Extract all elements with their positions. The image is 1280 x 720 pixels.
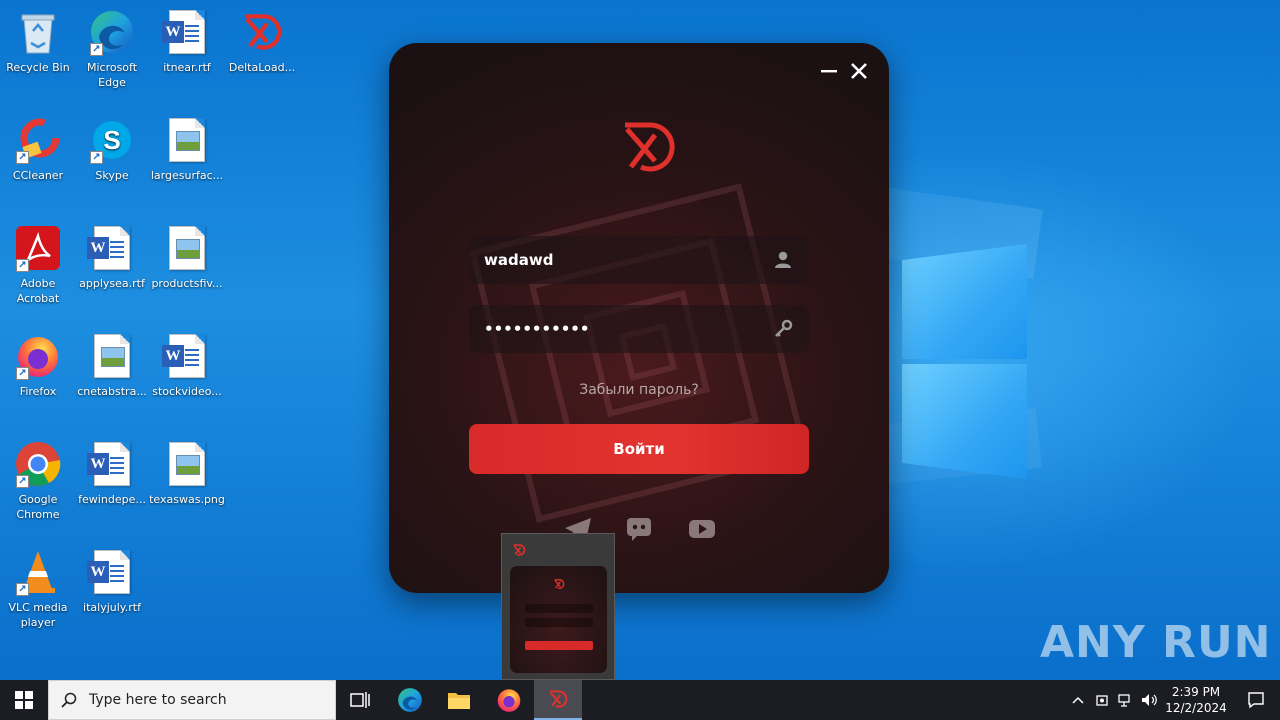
tray-chevron-button[interactable] — [1066, 680, 1090, 720]
image-file-icon — [163, 224, 211, 272]
firefox-icon — [497, 689, 521, 712]
tray-volume-button[interactable] — [1138, 680, 1162, 720]
shortcut-arrow-icon: ↗ — [16, 583, 29, 596]
shortcut-arrow-icon: ↗ — [16, 367, 29, 380]
folder-icon — [448, 693, 470, 709]
minimize-icon — [821, 70, 837, 73]
login-button[interactable]: Войти — [469, 424, 809, 474]
desktop-icon-applysea-rtf[interactable]: W applysea.rtf — [74, 218, 150, 291]
clock-date: 12/2/2024 — [1165, 701, 1227, 715]
tray-meet-button[interactable] — [1091, 680, 1115, 720]
search-placeholder: Type here to search — [89, 692, 227, 708]
taskbar-search-box[interactable]: Type here to search — [48, 680, 336, 720]
chrome-icon: ↗ — [14, 440, 62, 488]
desktop-icon-cnetabstra[interactable]: cnetabstra... — [74, 326, 150, 399]
desktop-icon-itnear-rtf[interactable]: W itnear.rtf — [149, 2, 225, 75]
image-file-icon — [163, 440, 211, 488]
password-value: ••••••••••• — [484, 320, 590, 338]
taskbar-thumbnail-preview[interactable] — [501, 533, 615, 680]
tray-network-button[interactable] — [1114, 680, 1138, 720]
task-view-button[interactable] — [336, 680, 384, 720]
shortcut-arrow-icon: ↗ — [16, 475, 29, 488]
close-button[interactable] — [847, 61, 871, 85]
shortcut-arrow-icon: ↗ — [90, 43, 103, 56]
key-icon — [775, 319, 793, 337]
desktop-icon-stockvideo[interactable]: W stockvideo... — [149, 326, 225, 399]
window-thumbnail — [510, 566, 607, 673]
desktop-icon-ccleaner[interactable]: ↗ CCleaner — [0, 110, 76, 183]
skype-icon: S ↗ — [88, 116, 136, 164]
taskbar-edge[interactable] — [386, 680, 434, 720]
task-view-icon — [350, 692, 370, 708]
forgot-password-link[interactable]: Забыли пароль? — [389, 382, 889, 398]
desktop-icon-skype[interactable]: S ↗ Skype — [74, 110, 150, 183]
shortcut-arrow-icon: ↗ — [16, 259, 29, 272]
desktop-icon-italyjuly-rtf[interactable]: W italyjuly.rtf — [74, 542, 150, 615]
discord-icon — [627, 518, 651, 541]
edge-icon: ↗ — [88, 8, 136, 56]
chevron-up-icon — [1072, 696, 1084, 704]
word-document-icon: W — [87, 224, 136, 272]
desktop-icon-adobe-acrobat[interactable]: ↗ Adobe Acrobat — [0, 218, 76, 306]
discord-button[interactable] — [624, 515, 654, 543]
close-icon — [851, 63, 867, 79]
volume-icon — [1142, 694, 1157, 706]
desktop-icon-recycle-bin[interactable]: Recycle Bin — [0, 2, 76, 75]
word-document-icon: W — [87, 548, 136, 596]
acrobat-icon: ↗ — [14, 224, 62, 272]
taskbar-deltaload[interactable] — [534, 680, 582, 720]
desktop-icon-firefox[interactable]: ↗ Firefox — [0, 326, 76, 399]
edge-icon — [398, 688, 422, 712]
desktop-icon-largesurfac[interactable]: largesurfac... — [149, 110, 225, 183]
desktop-icon-microsoft-edge[interactable]: ↗ Microsoft Edge — [74, 2, 150, 90]
camera-icon — [1096, 695, 1108, 706]
ccleaner-icon: ↗ — [14, 116, 62, 164]
desktop-icon-productsfiv[interactable]: productsfiv... — [149, 218, 225, 291]
clock-time: 2:39 PM — [1171, 685, 1221, 699]
deltaload-logo-icon — [549, 690, 568, 708]
shortcut-arrow-icon: ↗ — [16, 151, 29, 164]
svg-text:S: S — [103, 125, 120, 155]
desktop-icon-deltaload[interactable]: DeltaLoad... — [224, 2, 300, 75]
taskbar: Type here to search 2:39 PM 12/2/2024 — [0, 680, 1280, 720]
image-file-icon — [163, 116, 211, 164]
username-value: wadawd — [484, 251, 554, 269]
word-document-icon: W — [87, 440, 136, 488]
deltaload-logo — [617, 121, 679, 173]
taskbar-file-explorer[interactable] — [435, 680, 483, 720]
desktop-icon-fewindepe[interactable]: W fewindepe... — [74, 434, 150, 507]
anyrun-watermark: ANY RUN — [1040, 616, 1272, 668]
shortcut-arrow-icon: ↗ — [90, 151, 103, 164]
firefox-icon: ↗ — [14, 332, 62, 380]
image-file-icon — [88, 332, 136, 380]
deltaload-logo-icon — [513, 544, 526, 556]
deltaload-login-window: wadawd ••••••••••• Забыли пароль? Войти — [389, 43, 889, 593]
notifications-button[interactable] — [1232, 680, 1280, 720]
minimize-button[interactable] — [817, 61, 841, 85]
username-field[interactable]: wadawd — [469, 236, 809, 284]
desktop-icon-texaswas-png[interactable]: texaswas.png — [149, 434, 225, 507]
desktop-icon-google-chrome[interactable]: ↗ Google Chrome — [0, 434, 76, 522]
desktop-icon-vlc[interactable]: ↗ VLC media player — [0, 542, 76, 630]
clock-button[interactable]: 2:39 PM 12/2/2024 — [1162, 680, 1230, 720]
youtube-button[interactable] — [687, 515, 717, 543]
windows-start-icon — [15, 691, 33, 709]
network-icon — [1118, 694, 1130, 707]
deltaload-logo-icon — [238, 8, 286, 56]
word-document-icon: W — [162, 8, 211, 56]
vlc-cone-icon: ↗ — [14, 548, 62, 596]
recycle-bin-icon — [14, 8, 62, 56]
user-icon — [775, 251, 791, 268]
windows-wallpaper-logo — [882, 240, 1032, 480]
search-icon — [61, 692, 77, 708]
notification-icon — [1248, 692, 1264, 709]
word-document-icon: W — [162, 332, 211, 380]
taskbar-firefox[interactable] — [485, 680, 533, 720]
start-button[interactable] — [0, 680, 48, 720]
password-field[interactable]: ••••••••••• — [469, 305, 809, 353]
youtube-icon — [689, 520, 715, 538]
